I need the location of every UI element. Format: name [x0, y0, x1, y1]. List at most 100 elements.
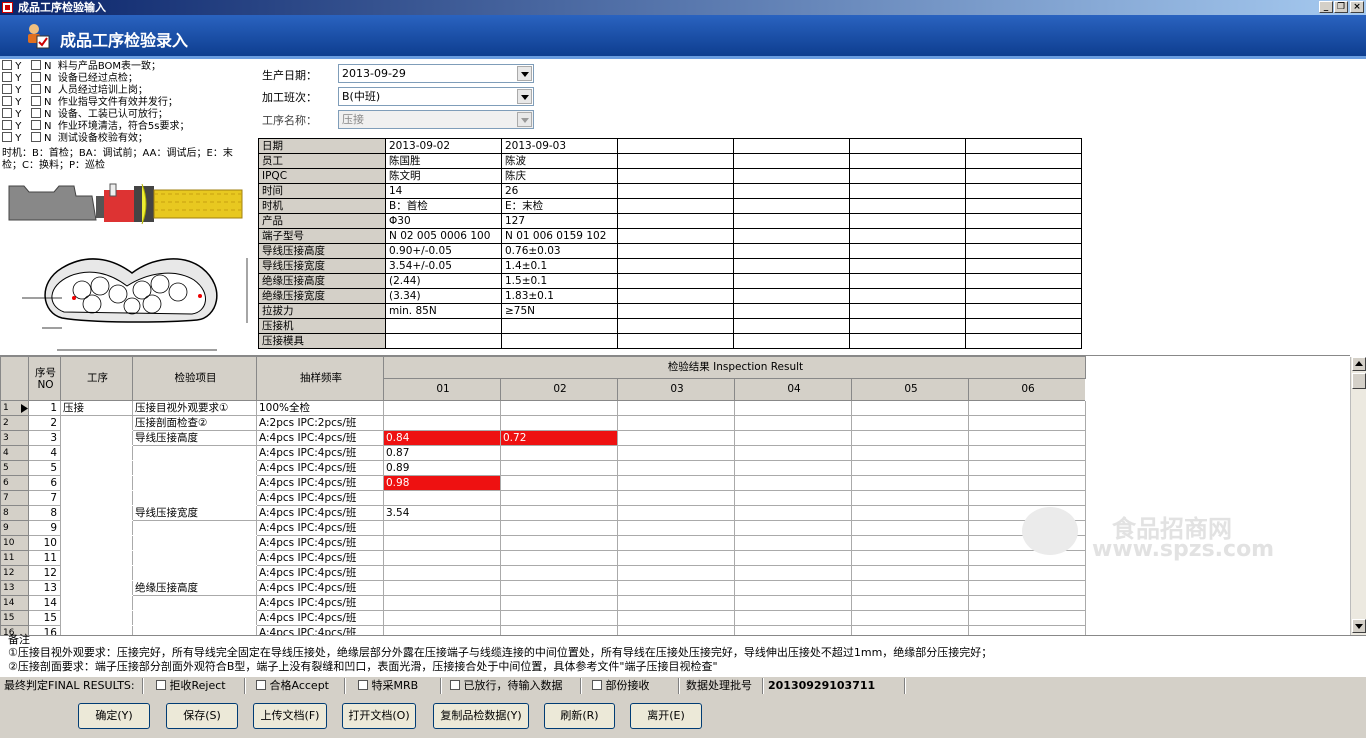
result-cell[interactable]	[734, 445, 852, 461]
table-row[interactable]: 16 16 A:4pcs IPC:4pcs/班	[0, 625, 1350, 635]
info-cell[interactable]	[733, 273, 850, 289]
info-cell[interactable]	[849, 213, 966, 229]
row-header[interactable]: 1	[0, 400, 29, 416]
result-cell[interactable]	[617, 580, 735, 596]
result-cell[interactable]	[500, 460, 618, 476]
result-cell[interactable]	[851, 460, 969, 476]
result-cell[interactable]	[500, 475, 618, 491]
info-cell[interactable]	[849, 168, 966, 184]
result-cell[interactable]	[968, 625, 1086, 635]
result-cell[interactable]: 0.84	[383, 430, 501, 446]
result-cell[interactable]	[500, 490, 618, 506]
result-cell[interactable]	[500, 505, 618, 521]
result-cell[interactable]	[851, 415, 969, 431]
info-cell[interactable]	[965, 273, 1082, 289]
result-cell[interactable]	[383, 490, 501, 506]
info-cell[interactable]: B：首检	[385, 198, 502, 214]
result-cell[interactable]	[734, 625, 852, 635]
info-cell[interactable]: 陈国胜	[385, 153, 502, 169]
result-cell[interactable]	[734, 400, 852, 416]
info-cell[interactable]	[965, 183, 1082, 199]
result-cell[interactable]	[734, 505, 852, 521]
grid-vertical-scrollbar[interactable]	[1350, 357, 1366, 635]
result-cell[interactable]	[734, 535, 852, 551]
result-cell[interactable]	[500, 550, 618, 566]
row-header[interactable]: 10	[0, 535, 29, 551]
info-cell[interactable]	[965, 168, 1082, 184]
confirm-button[interactable]: 确定(Y)	[78, 703, 150, 729]
result-cell[interactable]	[734, 475, 852, 491]
result-cell[interactable]	[383, 415, 501, 431]
result-cell[interactable]	[500, 565, 618, 581]
table-row[interactable]: 5 5 A:4pcs IPC:4pcs/班 0.89	[0, 460, 1350, 476]
info-cell[interactable]	[849, 198, 966, 214]
minimize-icon[interactable]: _	[1319, 1, 1333, 13]
result-cell[interactable]	[851, 475, 969, 491]
result-cell[interactable]	[383, 565, 501, 581]
result-cell[interactable]	[383, 610, 501, 626]
result-cell[interactable]: 0.87	[383, 445, 501, 461]
info-cell[interactable]	[733, 288, 850, 304]
result-cell[interactable]	[734, 430, 852, 446]
released-checkbox[interactable]: 已放行，待输入数据	[450, 678, 563, 694]
row-header[interactable]: 14	[0, 595, 29, 611]
result-cell[interactable]	[617, 595, 735, 611]
table-row[interactable]: 3 3 导线压接高度 A:4pcs IPC:4pcs/班 0.84 0.72	[0, 430, 1350, 446]
yes-checkbox[interactable]	[2, 108, 12, 118]
result-cell[interactable]	[851, 490, 969, 506]
result-cell[interactable]	[968, 490, 1086, 506]
chevron-down-icon[interactable]	[517, 66, 532, 81]
table-row[interactable]: 12 12 A:4pcs IPC:4pcs/班	[0, 565, 1350, 581]
info-cell[interactable]: E：末检	[501, 198, 618, 214]
result-cell[interactable]: 3.54	[383, 505, 501, 521]
info-cell[interactable]	[617, 273, 734, 289]
info-cell[interactable]: 0.76±0.03	[501, 243, 618, 259]
result-cell[interactable]	[617, 505, 735, 521]
info-cell[interactable]	[733, 228, 850, 244]
result-cell[interactable]	[968, 430, 1086, 446]
info-cell[interactable]: 2013-09-02	[385, 138, 502, 154]
result-cell[interactable]	[851, 565, 969, 581]
result-cell[interactable]	[734, 490, 852, 506]
info-cell[interactable]	[965, 138, 1082, 154]
yes-checkbox[interactable]	[2, 96, 12, 106]
info-cell[interactable]	[849, 138, 966, 154]
result-cell[interactable]	[617, 490, 735, 506]
info-cell[interactable]: 26	[501, 183, 618, 199]
info-cell[interactable]: 1.83±0.1	[501, 288, 618, 304]
info-cell[interactable]	[849, 258, 966, 274]
no-checkbox[interactable]	[30, 108, 41, 118]
row-header[interactable]: 11	[0, 550, 29, 566]
table-row[interactable]: 4 4 A:4pcs IPC:4pcs/班 0.87	[0, 445, 1350, 461]
production-date-select[interactable]: 2013-09-29	[338, 64, 534, 83]
table-row[interactable]: 6 6 A:4pcs IPC:4pcs/班 0.98	[0, 475, 1350, 491]
partial-accept-checkbox[interactable]: 部份接收	[592, 678, 650, 694]
result-cell[interactable]	[734, 550, 852, 566]
info-cell[interactable]	[849, 333, 966, 349]
info-cell[interactable]	[733, 153, 850, 169]
row-header[interactable]: 3	[0, 430, 29, 446]
no-checkbox[interactable]	[30, 72, 41, 82]
chevron-down-icon[interactable]	[517, 89, 532, 104]
row-header[interactable]: 8	[0, 505, 29, 521]
close-icon[interactable]: ×	[1350, 1, 1364, 13]
result-cell[interactable]	[734, 460, 852, 476]
info-cell[interactable]	[733, 168, 850, 184]
result-cell[interactable]	[851, 445, 969, 461]
info-cell[interactable]	[965, 333, 1082, 349]
no-checkbox[interactable]	[30, 84, 41, 94]
table-row[interactable]: 9 9 A:4pcs IPC:4pcs/班	[0, 520, 1350, 536]
checkbox-icon[interactable]	[450, 680, 460, 690]
result-cell[interactable]	[500, 520, 618, 536]
result-cell[interactable]	[500, 445, 618, 461]
checkbox-icon[interactable]	[592, 680, 602, 690]
result-cell[interactable]	[851, 505, 969, 521]
result-cell[interactable]	[500, 400, 618, 416]
result-cell[interactable]	[851, 535, 969, 551]
result-cell[interactable]	[617, 625, 735, 635]
info-cell[interactable]: 陈波	[501, 153, 618, 169]
result-cell[interactable]	[617, 550, 735, 566]
row-header[interactable]: 9	[0, 520, 29, 536]
info-cell[interactable]	[733, 303, 850, 319]
info-cell[interactable]	[617, 213, 734, 229]
